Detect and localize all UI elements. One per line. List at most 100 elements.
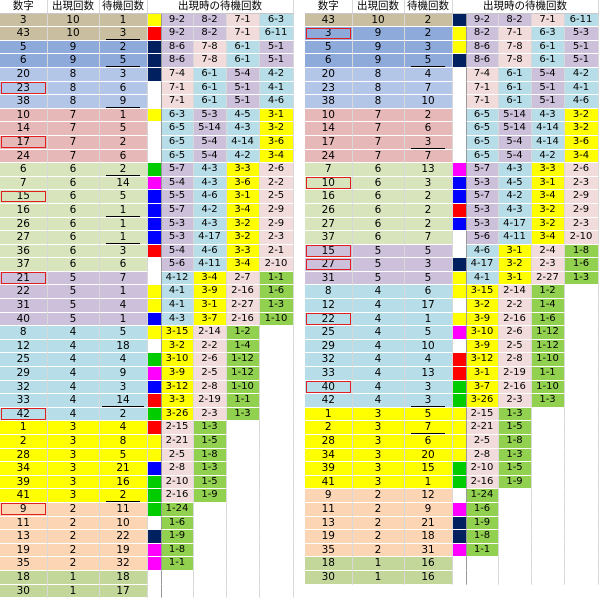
combo-cell: 3-2 <box>531 217 565 232</box>
wait-count-cell: 7 <box>99 271 148 286</box>
combo-cell <box>498 570 532 585</box>
combo-cell: 2-5 <box>193 366 227 381</box>
combo-cell: 4-3 <box>193 176 227 191</box>
combo-cell <box>259 584 294 598</box>
wait-count-value: 16 <box>116 475 130 488</box>
combo-cell: 2-9 <box>564 203 599 218</box>
combo-cell <box>226 543 260 558</box>
table-row: 24 7 6 6-5 5-4 4-2 3-4 <box>0 149 294 164</box>
combo-cell: 2-9 <box>259 203 294 218</box>
combo-cell <box>498 516 532 531</box>
appear-count-cell: 9 <box>352 40 405 55</box>
wait-count-value: 3 <box>424 258 432 271</box>
combo-cell: 2-8 <box>498 352 532 368</box>
color-swatch <box>452 230 467 245</box>
table-row: 40 4 3 3-7 2-16 1-10 <box>305 380 599 395</box>
number-cell: 42 <box>305 393 353 408</box>
wait-count-value: 4 <box>424 353 432 366</box>
combo-cell <box>259 325 294 340</box>
combo-cell: 5-3 <box>161 217 194 232</box>
combo-cell: 1-3 <box>498 407 532 422</box>
combo-cell: 2-3 <box>531 257 565 272</box>
color-swatch <box>147 149 162 164</box>
table-row: 2 3 8 2-21 1-5 <box>0 434 294 449</box>
color-swatch <box>452 271 467 286</box>
appear-count-cell: 8 <box>47 94 100 109</box>
wait-count-cell: 3 <box>404 393 453 408</box>
table-row: 2 3 7 2-21 1-5 <box>305 420 599 435</box>
wait-count-value: 7 <box>105 271 141 284</box>
appear-count-cell: 5 <box>47 312 100 327</box>
combo-cell: 2-5 <box>259 189 294 204</box>
wait-count-cell: 9 <box>99 94 148 109</box>
combo-cell: 2-3 <box>498 393 532 408</box>
combo-cell: 3-2 <box>161 339 194 354</box>
combo-cell: 4-2 <box>226 149 260 164</box>
appear-count-cell: 2 <box>352 543 405 558</box>
combo-cell <box>259 407 294 422</box>
combo-cell: 2-10 <box>466 461 499 476</box>
number-cell: 16 <box>0 203 48 218</box>
color-swatch <box>147 529 162 544</box>
wait-count-value: 4 <box>119 421 127 434</box>
color-swatch <box>452 502 467 517</box>
color-swatch <box>452 26 467 41</box>
color-swatch <box>452 189 467 204</box>
color-swatch <box>147 135 162 150</box>
wait-count-cell: 5 <box>99 325 148 340</box>
combo-cell: 1-8 <box>564 244 599 259</box>
combo-cell: 4-3 <box>193 162 227 177</box>
wait-count-cell: 19 <box>99 543 148 558</box>
combo-cell <box>226 475 260 490</box>
combo-cell: 5-1 <box>226 81 260 96</box>
table-row: 30 1 16 <box>305 570 599 585</box>
appear-count-cell: 5 <box>47 284 100 300</box>
color-swatch <box>147 434 162 449</box>
color-swatch <box>452 366 467 381</box>
wait-count-cell: 7 <box>404 149 453 164</box>
header-number: 数字 <box>0 0 48 14</box>
number-cell: 13 <box>0 529 48 544</box>
combo-cell: 4-14 <box>226 135 260 150</box>
combo-cell: 5-3 <box>564 26 599 41</box>
combo-cell: 1-10 <box>531 380 565 395</box>
combo-cell: 1-1 <box>161 556 194 571</box>
combo-cell <box>161 584 194 598</box>
color-swatch <box>147 352 162 368</box>
color-swatch <box>147 203 162 218</box>
combo-cell: 9-2 <box>161 26 194 41</box>
number-cell: 14 <box>0 121 48 136</box>
combo-cell: 1-12 <box>226 352 260 368</box>
table-row: 29 4 10 3-9 2-5 1-12 <box>305 339 599 354</box>
combo-cell <box>259 339 294 354</box>
combo-cell: 2-14 <box>498 284 532 300</box>
combo-cell <box>259 420 294 435</box>
combo-cell: 2-7 <box>226 271 260 286</box>
appear-count-cell: 4 <box>352 393 405 408</box>
wait-count-cell: 2 <box>404 108 453 123</box>
combo-cell: 1-2 <box>531 284 565 300</box>
appear-count-cell: 1 <box>352 570 405 585</box>
combo-cell <box>259 529 294 544</box>
color-swatch <box>147 162 162 177</box>
combo-cell <box>564 352 599 368</box>
color-swatch <box>147 257 162 272</box>
table-row: 5 9 3 8-6 7-8 6-1 5-1 <box>305 40 599 55</box>
combo-cell: 3-7 <box>193 312 227 327</box>
number-cell: 38 <box>305 94 353 109</box>
number-cell: 1 <box>305 407 353 422</box>
wait-count-value: 1 <box>105 312 141 325</box>
combo-cell: 2-16 <box>498 380 532 395</box>
color-swatch <box>452 298 467 313</box>
wait-count-cell: 2 <box>404 26 453 41</box>
wait-count-cell: 4 <box>99 352 148 368</box>
number-cell: 12 <box>0 339 48 354</box>
table-row: 8 4 6 3-15 2-14 1-2 <box>305 284 599 300</box>
combo-cell: 2-27 <box>226 298 260 313</box>
table-row: 12 4 17 3-2 2-2 1-4 <box>305 298 599 313</box>
appear-count-cell: 3 <box>47 488 100 503</box>
number-cell: 33 <box>0 393 48 408</box>
color-swatch <box>147 543 162 558</box>
combo-cell: 2-2 <box>498 298 532 313</box>
combo-cell <box>193 543 227 558</box>
